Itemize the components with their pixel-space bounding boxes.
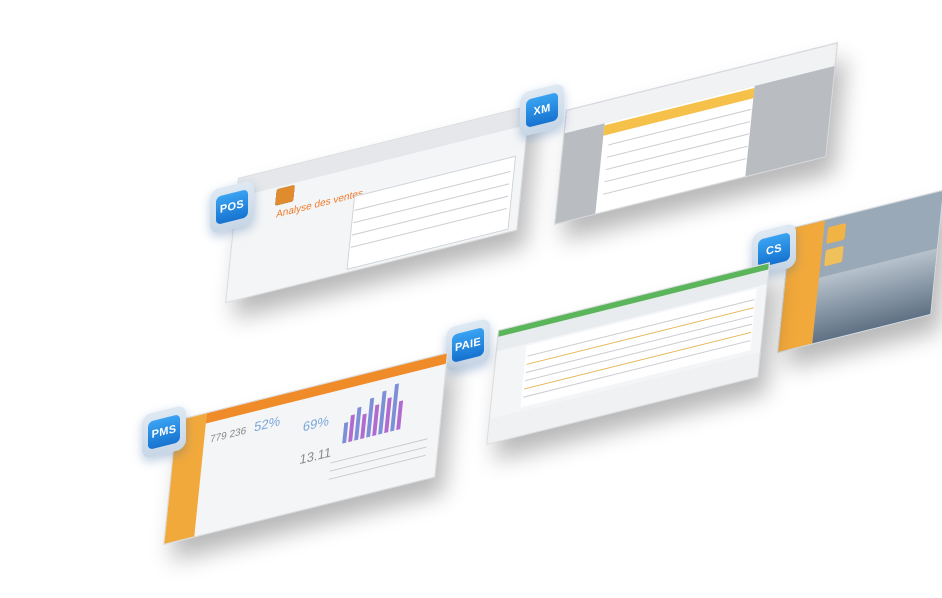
pms-stat-2: 52% bbox=[253, 412, 282, 435]
pos-badge-label: POS bbox=[216, 189, 248, 225]
paie-screen bbox=[486, 262, 770, 445]
paie-badge[interactable]: PAIE bbox=[446, 317, 490, 373]
pms-screen: 779 236 52% 69% 13.11 bbox=[163, 352, 448, 546]
pms-badge-label: PMS bbox=[148, 414, 180, 450]
pms-stat-1: 779 236 bbox=[209, 425, 247, 446]
collage-stage: Analyse des ventes POS XM CS PAIE 779 23… bbox=[0, 0, 942, 598]
pms-stat-3: 69% bbox=[302, 412, 330, 435]
paie-badge-label: PAIE bbox=[452, 327, 484, 363]
xm-badge[interactable]: XM bbox=[520, 82, 564, 138]
pos-screen: Analyse des ventes bbox=[225, 105, 530, 304]
cs-badge-label: CS bbox=[758, 232, 790, 268]
cs-screen bbox=[777, 189, 942, 354]
xm-badge-label: XM bbox=[526, 92, 558, 128]
pms-stat-4: 13.11 bbox=[298, 444, 332, 468]
xm-screen bbox=[554, 42, 838, 225]
